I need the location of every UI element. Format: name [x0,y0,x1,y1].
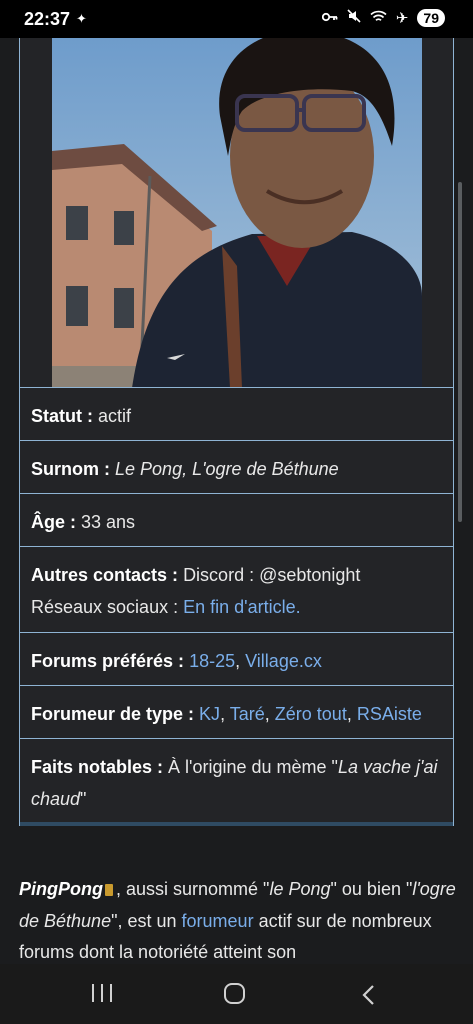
type-label: Forumeur de type : [31,704,195,724]
notification-icon: ✦ [76,11,87,26]
type-link-rsaiste[interactable]: RSAiste [357,704,422,724]
infobox: Statut : actif Surnom : Le Pong, L'ogre … [19,38,454,826]
article-text-3: ", est un [111,910,182,931]
age-value: 33 ans [81,512,136,532]
contacts-label: Autres contacts : [31,565,179,585]
type-link-tare[interactable]: Taré [230,704,265,724]
faits-label: Faits notables : [31,757,164,777]
status-bar: 22:37 ✦ ✈ 79 [0,0,473,38]
infobox-row-type: Forumeur de type : KJ, Taré, Zéro tout, … [20,685,453,738]
type-link-kj[interactable]: KJ [199,704,220,724]
article-text-2: " ou bien " [330,879,413,899]
type-separator: , [264,704,275,724]
scrollbar[interactable] [458,182,462,522]
medal-icon [105,884,113,896]
forumeur-link[interactable]: forumeur [182,911,254,931]
surnom-label: Surnom : [31,459,110,479]
forum-link-village[interactable]: Village.cx [245,651,322,671]
faits-suffix: " [80,789,87,809]
article-name: PingPong [19,879,103,899]
type-separator: , [346,704,357,724]
status-icons: ✈ 79 [321,9,445,27]
article-text-1: , aussi surnommé " [116,879,270,899]
back-icon[interactable] [360,984,376,1011]
statut-label: Statut : [31,406,93,426]
infobox-row-faits: Faits notables : À l'origine du mème "La… [20,738,453,822]
home-icon[interactable] [224,983,245,1004]
contacts-discord: Discord : @sebtonight [183,565,361,585]
forums-separator: , [235,651,246,671]
infobox-row-forums: Forums préférés : 18-25, Village.cx [20,632,453,685]
forums-label: Forums préférés : [31,651,185,671]
article-paragraph: PingPong , aussi surnommé "le Pong" ou bi… [19,874,459,964]
vpn-key-icon [321,10,338,27]
navigation-bar [0,964,473,1024]
infobox-row-contacts: Autres contacts : Discord : @sebtonight … [20,546,453,632]
type-separator: , [220,704,230,724]
faits-prefix: À l'origine du mème " [168,757,338,777]
profile-photo[interactable] [52,38,422,388]
infobox-row-age: Âge : 33 ans [20,493,453,546]
article-nick-1: le Pong [269,879,331,899]
contacts-reseaux-label: Réseaux sociaux : [31,597,179,617]
forum-link-18-25[interactable]: 18-25 [189,651,235,671]
battery-indicator: 79 [417,9,445,27]
reseaux-link[interactable]: En fin d'article. [183,597,301,617]
mute-icon [347,9,361,27]
statut-value: actif [98,406,132,426]
airplane-icon: ✈ [395,10,409,27]
infobox-row-surnom: Surnom : Le Pong, L'ogre de Béthune [20,440,453,493]
infobox-row-statut: Statut : actif [20,387,453,440]
page-content: Statut : actif Surnom : Le Pong, L'ogre … [0,38,473,964]
wifi-icon [370,10,387,27]
infobox-bottom-bar [20,822,453,826]
age-label: Âge : [31,512,76,532]
recents-icon[interactable] [92,984,112,1002]
type-link-zero-tout[interactable]: Zéro tout [275,704,347,724]
status-time: 22:37 [24,9,71,29]
surnom-value: Le Pong, L'ogre de Béthune [115,459,339,479]
